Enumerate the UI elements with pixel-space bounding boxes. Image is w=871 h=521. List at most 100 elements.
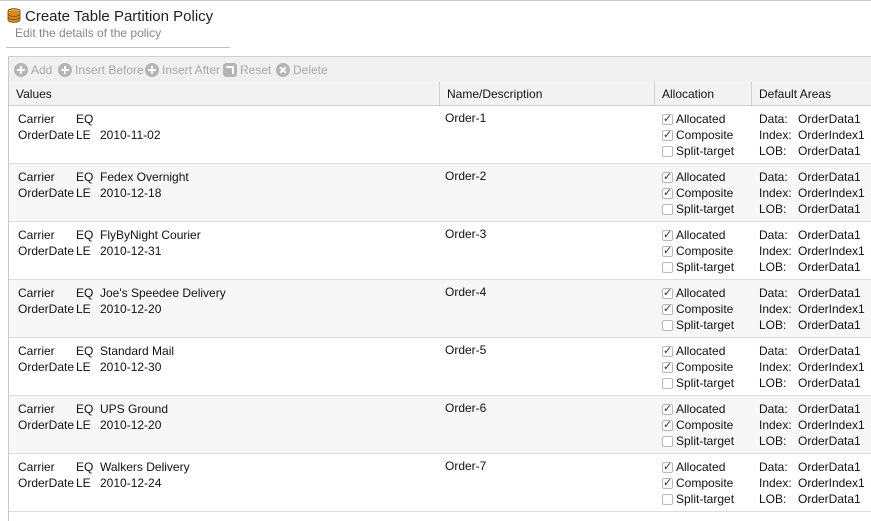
add-icon	[14, 62, 28, 77]
insert-before-button[interactable]: Insert Before	[58, 62, 144, 77]
split-target-checkbox[interactable]	[662, 146, 673, 157]
index-area-label: Index:	[759, 244, 792, 258]
add-button[interactable]: Add	[14, 62, 52, 77]
partition-name[interactable]: Order-6	[445, 401, 486, 415]
split-target-label: Split-target	[676, 144, 735, 158]
orderdate-value[interactable]: 2010-12-24	[100, 476, 161, 490]
orderdate-operator: LE	[76, 128, 91, 142]
split-target-checkbox[interactable]	[662, 204, 673, 215]
orderdate-value[interactable]: 2010-12-30	[100, 360, 161, 374]
index-area-value[interactable]: OrderIndex1	[798, 476, 865, 490]
lob-area-value[interactable]: OrderData1	[798, 318, 861, 332]
split-target-checkbox[interactable]	[662, 378, 673, 389]
allocated-checkbox[interactable]	[662, 112, 673, 125]
composite-checkbox[interactable]	[662, 302, 673, 315]
lob-area-label: LOB:	[759, 376, 787, 390]
composite-checkbox[interactable]	[662, 360, 673, 373]
carrier-field-label: Carrier	[18, 112, 55, 126]
table-row[interactable]: Carrier EQ FlyByNight Courier OrderDate LE 20…	[9, 222, 871, 280]
composite-checkbox[interactable]	[662, 186, 673, 199]
orderdate-value[interactable]: 2010-12-20	[100, 302, 161, 316]
orderdate-value[interactable]: 2010-12-31	[100, 244, 161, 258]
data-area-value[interactable]: OrderData1	[798, 286, 861, 300]
carrier-value[interactable]: Standard Mail	[100, 344, 174, 358]
data-area-value[interactable]: OrderData1	[798, 344, 861, 358]
composite-checkbox[interactable]	[662, 418, 673, 431]
table-row[interactable]: Carrier EQ Fedex Overnight OrderDate LE 2010-…	[9, 164, 871, 222]
column-header-name[interactable]: Name/Description	[439, 82, 654, 105]
data-area-value[interactable]: OrderData1	[798, 228, 861, 242]
composite-checkbox[interactable]	[662, 244, 673, 257]
insert-before-icon	[58, 62, 72, 77]
table-row[interactable]: Carrier EQ UPS Ground OrderDate LE 2010-12-20…	[9, 396, 871, 454]
index-area-value[interactable]: OrderIndex1	[798, 360, 865, 374]
partition-name[interactable]: Order-2	[445, 169, 486, 183]
partition-name[interactable]: Order-4	[445, 285, 486, 299]
index-area-value[interactable]: OrderIndex1	[798, 186, 865, 200]
composite-label: Composite	[676, 128, 734, 142]
lob-area-value[interactable]: OrderData1	[798, 202, 861, 216]
index-area-value[interactable]: OrderIndex1	[798, 302, 865, 316]
partition-name[interactable]: Order-3	[445, 227, 486, 241]
lob-area-value[interactable]: OrderData1	[798, 376, 861, 390]
column-header-allocation[interactable]: Allocation	[654, 82, 751, 105]
table-row[interactable]: Carrier EQ Joe's Speedee Delivery OrderDate…	[9, 280, 871, 338]
allocated-checkbox[interactable]	[662, 402, 673, 415]
allocated-checkbox[interactable]	[662, 228, 673, 241]
carrier-field-label: Carrier	[18, 402, 55, 416]
allocated-checkbox[interactable]	[662, 344, 673, 357]
data-area-label: Data:	[759, 112, 788, 126]
insert-after-button[interactable]: Insert After	[145, 62, 220, 77]
partition-name[interactable]: Order-1	[445, 111, 486, 125]
index-area-value[interactable]: OrderIndex1	[798, 418, 865, 432]
table-row[interactable]: Carrier EQ Walkers Delivery OrderDate LE 2010…	[9, 454, 871, 512]
split-target-checkbox[interactable]	[662, 494, 673, 505]
column-header-values[interactable]: Values	[9, 82, 439, 105]
orderdate-value[interactable]: 2010-12-20	[100, 418, 161, 432]
orderdate-field-label: OrderDate	[18, 418, 75, 432]
carrier-operator: EQ	[76, 460, 94, 474]
lob-area-label: LOB:	[759, 144, 787, 158]
data-area-value[interactable]: OrderData1	[798, 112, 861, 126]
allocated-checkbox[interactable]	[662, 286, 673, 299]
data-area-label: Data:	[759, 170, 788, 184]
composite-checkbox[interactable]	[662, 128, 673, 141]
orderdate-value[interactable]: 2010-11-02	[100, 128, 161, 142]
reset-button[interactable]: Reset	[223, 62, 271, 77]
orderdate-field-label: OrderDate	[18, 360, 75, 374]
index-area-value[interactable]: OrderIndex1	[798, 244, 865, 258]
split-target-checkbox[interactable]	[662, 320, 673, 331]
lob-area-value[interactable]: OrderData1	[798, 260, 861, 274]
split-target-label: Split-target	[676, 260, 735, 274]
carrier-value[interactable]: Fedex Overnight	[100, 170, 189, 184]
partition-name[interactable]: Order-7	[445, 459, 486, 473]
column-header-default-areas[interactable]: Default Areas	[751, 82, 871, 105]
split-target-checkbox[interactable]	[662, 262, 673, 273]
index-area-value[interactable]: OrderIndex1	[798, 128, 865, 142]
allocated-checkbox[interactable]	[662, 460, 673, 473]
allocated-checkbox[interactable]	[662, 170, 673, 183]
carrier-value[interactable]: FlyByNight Courier	[100, 228, 201, 242]
data-area-value[interactable]: OrderData1	[798, 402, 861, 416]
carrier-operator: EQ	[76, 112, 94, 126]
carrier-field-label: Carrier	[18, 344, 55, 358]
data-area-value[interactable]: OrderData1	[798, 460, 861, 474]
orderdate-value[interactable]: 2010-12-18	[100, 186, 161, 200]
carrier-value[interactable]: UPS Ground	[100, 402, 168, 416]
delete-button[interactable]: Delete	[276, 62, 328, 77]
lob-area-value[interactable]: OrderData1	[798, 434, 861, 448]
lob-area-label: LOB:	[759, 492, 787, 506]
table-row[interactable]: Carrier EQOrderDateLE 2010-11-02 Order-1 All…	[9, 106, 871, 164]
composite-checkbox[interactable]	[662, 476, 673, 489]
split-target-checkbox[interactable]	[662, 436, 673, 447]
carrier-value[interactable]: Walkers Delivery	[100, 460, 190, 474]
table-row[interactable]: Carrier EQ Standard Mail OrderDate LE 2010-12…	[9, 338, 871, 396]
allocated-label: Allocated	[676, 344, 726, 358]
lob-area-value[interactable]: OrderData1	[798, 492, 861, 506]
carrier-value[interactable]: Joe's Speedee Delivery	[100, 286, 226, 300]
partition-name[interactable]: Order-5	[445, 343, 486, 357]
composite-label: Composite	[676, 476, 734, 490]
lob-area-label: LOB:	[759, 260, 787, 274]
lob-area-value[interactable]: OrderData1	[798, 144, 861, 158]
data-area-value[interactable]: OrderData1	[798, 170, 861, 184]
